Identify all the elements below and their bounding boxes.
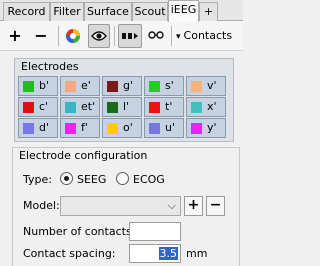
electrode-color-swatch — [65, 123, 76, 134]
electrode-item[interactable]: l' — [102, 97, 142, 117]
electrode-item[interactable]: d' — [18, 118, 58, 138]
electrode-color-swatch — [149, 102, 160, 113]
electrode-label: et' — [81, 100, 96, 113]
electrode-item[interactable]: u' — [144, 118, 184, 138]
electrode-color-swatch — [65, 81, 76, 92]
electrode-item[interactable]: e' — [60, 76, 100, 96]
electrode-label: v' — [207, 79, 217, 92]
electrode-color-swatch — [191, 102, 202, 113]
electrode-display-icon — [122, 33, 138, 39]
link-button[interactable] — [146, 24, 166, 48]
display-mode-button[interactable] — [118, 24, 142, 48]
electrode-label: y' — [207, 121, 217, 134]
electrodes-title: Electrodes — [21, 60, 79, 73]
link-icon — [148, 31, 164, 39]
contact-spacing-unit: mm — [186, 247, 208, 260]
toolbar-separator — [171, 26, 172, 46]
chevron-down-icon: ▾ — [176, 32, 181, 42]
electrode-label: s' — [165, 79, 174, 92]
electrode-item[interactable]: f' — [60, 118, 100, 138]
electrode-label: x' — [207, 100, 217, 113]
tab-ieeg[interactable]: iEEG — [168, 0, 199, 22]
electrode-label: f' — [81, 121, 88, 134]
contacts-menu-button[interactable]: ▾ Contacts — [176, 24, 238, 48]
show-electrodes-button[interactable] — [88, 24, 110, 48]
tab-filter[interactable]: Filter — [50, 2, 84, 21]
tab-scout[interactable]: Scout — [132, 2, 168, 21]
electrode-label: d' — [39, 121, 50, 134]
electrode-color-swatch — [191, 123, 202, 134]
toolbar: + − ▾ Contacts — [0, 21, 243, 51]
electrode-color-swatch — [107, 123, 118, 134]
electrode-item[interactable]: v' — [186, 76, 226, 96]
electrode-label: b' — [39, 79, 50, 92]
electrode-config-panel: Electrode configuration Type: SEEG ECOG … — [12, 147, 240, 266]
seeg-label: SEEG — [77, 173, 107, 186]
toolbar-separator — [114, 26, 115, 46]
electrode-label: u' — [165, 121, 175, 134]
electrode-label: e' — [81, 79, 91, 92]
electrode-item[interactable]: b' — [18, 76, 58, 96]
electrode-color-swatch — [65, 102, 76, 113]
electrode-label: t' — [165, 100, 173, 113]
contact-spacing-label: Contact spacing: — [23, 247, 116, 260]
electrode-item[interactable]: o' — [102, 118, 142, 138]
electrode-color-swatch — [149, 81, 160, 92]
electrode-item[interactable]: s' — [144, 76, 184, 96]
eye-icon — [91, 31, 107, 41]
model-select[interactable]: ⌵ — [60, 196, 181, 216]
electrode-item[interactable]: y' — [186, 118, 226, 138]
electrode-color-swatch — [107, 102, 118, 113]
remove-electrode-button[interactable]: − — [32, 24, 50, 48]
electrode-label: c' — [39, 100, 49, 113]
ecog-label: ECOG — [133, 173, 165, 186]
electrode-item[interactable]: et' — [60, 97, 100, 117]
electrode-item[interactable]: g' — [102, 76, 142, 96]
number-of-contacts-label: Number of contacts: — [23, 225, 136, 238]
number-of-contacts-input[interactable] — [129, 222, 181, 241]
chevron-down-icon: ⌵ — [167, 199, 176, 212]
color-button[interactable] — [63, 24, 83, 48]
electrode-item[interactable]: t' — [144, 97, 184, 117]
electrode-color-swatch — [23, 123, 34, 134]
tab-bar: Record Filter Surface Scout iEEG + — [0, 0, 243, 22]
contact-spacing-value: 3.5 — [158, 247, 178, 260]
electrode-label: o' — [123, 121, 133, 134]
add-electrode-button[interactable]: + — [6, 24, 24, 48]
electrode-item[interactable]: x' — [186, 97, 226, 117]
remove-model-button[interactable]: − — [206, 196, 225, 216]
electrode-color-swatch — [191, 81, 202, 92]
add-model-button[interactable]: + — [184, 196, 203, 216]
electrode-color-swatch — [107, 81, 118, 92]
electrode-color-swatch — [149, 123, 160, 134]
toolbar-separator — [58, 26, 59, 46]
electrode-label: l' — [123, 100, 130, 113]
tab-record[interactable]: Record — [3, 2, 50, 21]
contact-spacing-input[interactable]: 3.5 — [129, 244, 181, 263]
color-wheel-icon — [66, 29, 80, 43]
tab-surface[interactable]: Surface — [84, 2, 132, 21]
contacts-label: Contacts — [183, 29, 233, 42]
type-label: Type: — [23, 173, 52, 186]
electrode-color-swatch — [23, 81, 34, 92]
ecog-radio[interactable] — [116, 172, 129, 185]
tab-add[interactable]: + — [199, 2, 218, 21]
electrode-label: g' — [123, 79, 134, 92]
electrode-color-swatch — [23, 102, 34, 113]
model-label: Model: — [23, 199, 60, 212]
electrode-item[interactable]: c' — [18, 97, 58, 117]
seeg-radio[interactable] — [60, 172, 73, 185]
electrodes-panel: Electrodes b' e' g' s' v' c' et' l' t' x' d' f' o' u'… — [14, 58, 234, 142]
config-title: Electrode configuration — [19, 149, 148, 162]
